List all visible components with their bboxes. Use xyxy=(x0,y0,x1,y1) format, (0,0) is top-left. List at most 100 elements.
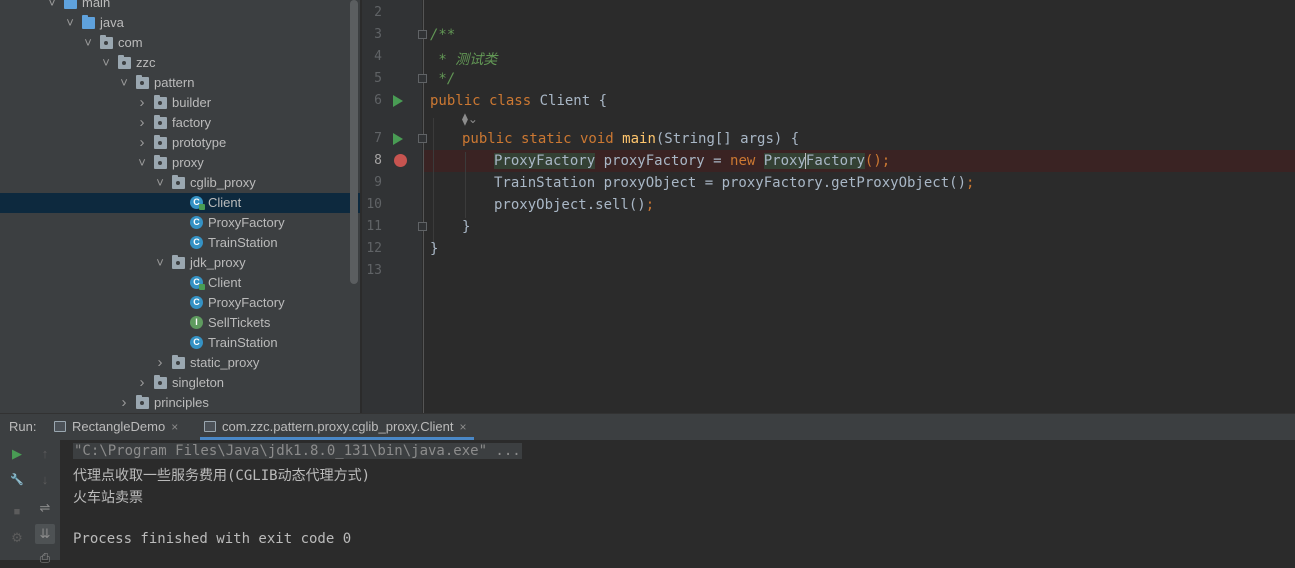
inlay-hint-icon[interactable]: ⧫⌄ xyxy=(462,112,478,126)
chevron-down-icon[interactable]: ˅ xyxy=(154,173,166,193)
chevron-right-icon[interactable]: › xyxy=(136,93,148,113)
chevron-down-icon[interactable]: ˅ xyxy=(118,73,130,93)
console-line: 代理点收取一些服务费用(CGLIB动态代理方式) xyxy=(73,468,370,484)
scroll-to-end-icon[interactable]: ⇊ xyxy=(35,524,55,544)
tree-item[interactable]: › singleton xyxy=(0,373,360,393)
tree-item[interactable]: ˅ pattern xyxy=(0,73,360,93)
tree-item[interactable]: C Client xyxy=(0,193,360,213)
tree-scrollbar[interactable] xyxy=(350,0,358,284)
tree-item[interactable]: ˅ zzc xyxy=(0,53,360,73)
keyword: public class xyxy=(430,93,532,109)
tree-item[interactable]: ˅ main xyxy=(0,0,360,13)
chevron-right-icon[interactable]: › xyxy=(136,113,148,133)
code-line-9: TrainStation proxyObject = proxyFactory.… xyxy=(494,175,974,191)
line-number: 4 xyxy=(374,49,382,64)
tree-item-label: ProxyFactory xyxy=(208,295,285,310)
class-icon: C xyxy=(190,276,205,290)
run-tab-bar: Run: RectangleDemo × com.zzc.pattern.prox… xyxy=(0,413,1295,440)
soft-wrap-icon[interactable]: ⇌ xyxy=(35,498,55,518)
rerun-icon[interactable]: ▶ xyxy=(7,444,27,464)
fold-marker-icon[interactable] xyxy=(418,222,427,231)
fold-marker-icon[interactable] xyxy=(418,30,427,39)
chevron-right-icon[interactable]: › xyxy=(118,393,130,413)
tree-item[interactable]: ˅ jdk_proxy xyxy=(0,253,360,273)
statement: TrainStation proxyObject = proxyFactory.… xyxy=(494,175,967,191)
constructor-part: Proxy xyxy=(763,153,806,169)
fold-marker-icon[interactable] xyxy=(418,134,427,143)
line-number: 3 xyxy=(374,27,382,42)
tree-item-label: main xyxy=(82,0,111,10)
tree-item[interactable]: ˅ java xyxy=(0,13,360,33)
chevron-down-icon[interactable]: ˅ xyxy=(136,153,148,173)
tree-item[interactable]: › factory xyxy=(0,113,360,133)
run-class-icon[interactable] xyxy=(393,95,403,107)
tree-item-label: static_proxy xyxy=(190,355,260,370)
tree-item-label: factory xyxy=(172,115,212,130)
package-icon xyxy=(172,255,185,269)
tree-item[interactable]: ˅ com xyxy=(0,33,360,53)
run-main-icon[interactable] xyxy=(393,133,403,145)
arrow-up-icon[interactable]: ↑ xyxy=(35,444,55,464)
chevron-down-icon[interactable]: ˅ xyxy=(154,253,166,273)
keyword: new xyxy=(730,153,756,169)
package-icon xyxy=(172,355,185,369)
line-number: 7 xyxy=(374,131,382,146)
arrow-down-icon[interactable]: ↓ xyxy=(35,470,55,490)
tree-item[interactable]: › builder xyxy=(0,93,360,113)
package-icon xyxy=(154,95,167,109)
console-exit-line: Process finished with exit code 0 xyxy=(73,531,352,547)
tree-item[interactable]: › static_proxy xyxy=(0,353,360,373)
tree-item-label: singleton xyxy=(172,375,225,390)
tab-rectangle-demo[interactable]: RectangleDemo × xyxy=(54,414,178,440)
close-icon[interactable]: × xyxy=(459,420,466,434)
chevron-right-icon[interactable]: › xyxy=(136,133,148,153)
line-number: 8 xyxy=(374,153,382,168)
tree-item[interactable]: C TrainStation xyxy=(0,233,360,253)
variable-decl: proxyFactory = xyxy=(595,153,731,169)
stop-icon[interactable]: ■ xyxy=(7,502,27,522)
tab-cglib-client[interactable]: com.zzc.pattern.proxy.cglib_proxy.Client… xyxy=(199,414,475,440)
tree-item-label: Client xyxy=(208,275,242,290)
tree-item[interactable]: C TrainStation xyxy=(0,333,360,353)
code-line-11: } xyxy=(462,219,470,235)
class-declaration: Client { xyxy=(531,93,608,109)
tree-item[interactable]: › principles xyxy=(0,393,360,413)
runnable-badge-icon xyxy=(199,284,205,290)
chevron-down-icon[interactable]: ˅ xyxy=(46,0,58,13)
statement: proxyObject.sell() xyxy=(494,197,646,213)
wrench-icon[interactable]: 🔧 xyxy=(7,470,27,490)
breakpoint-icon[interactable] xyxy=(394,154,407,167)
tree-item-label: com xyxy=(118,35,143,50)
print-icon[interactable]: ⎙ xyxy=(35,548,55,568)
chevron-right-icon[interactable]: › xyxy=(136,373,148,393)
console-output[interactable]: "C:\Program Files\Java\jdk1.8.0_131\bin\… xyxy=(60,440,1295,560)
tree-item[interactable]: › prototype xyxy=(0,133,360,153)
line-number: 5 xyxy=(374,71,382,86)
tree-item[interactable]: I SellTickets xyxy=(0,313,360,333)
tab-label: RectangleDemo xyxy=(72,419,166,434)
chevron-down-icon[interactable]: ˅ xyxy=(64,13,76,33)
method-name: main xyxy=(622,131,656,147)
semicolon: ; xyxy=(645,197,655,213)
tree-item-label: proxy xyxy=(172,155,204,170)
class-icon: C xyxy=(190,336,203,349)
project-tree: ˅ main ˅ java ˅ com ˅ zzc ˅ pattern › builder › facto… xyxy=(0,0,360,413)
code-line-4: * 测试类 xyxy=(430,49,497,69)
close-icon[interactable]: × xyxy=(171,420,178,434)
line-number: 10 xyxy=(366,197,382,212)
settings-icon[interactable]: ⚙ xyxy=(7,528,27,548)
tree-item-label: jdk_proxy xyxy=(190,255,246,270)
tree-item[interactable]: ˅ proxy xyxy=(0,153,360,173)
chevron-right-icon[interactable]: › xyxy=(154,353,166,373)
package-icon xyxy=(154,375,167,389)
tree-item-label: builder xyxy=(172,95,212,110)
interface-icon: I xyxy=(190,316,203,329)
tree-item[interactable]: C ProxyFactory xyxy=(0,213,360,233)
chevron-down-icon[interactable]: ˅ xyxy=(82,33,94,53)
chevron-down-icon[interactable]: ˅ xyxy=(100,53,112,73)
tree-item[interactable]: C ProxyFactory xyxy=(0,293,360,313)
fold-marker-icon[interactable] xyxy=(418,74,427,83)
tree-item[interactable]: ˅ cglib_proxy xyxy=(0,173,360,193)
indent-guide xyxy=(465,152,466,218)
tree-item[interactable]: C Client xyxy=(0,273,360,293)
